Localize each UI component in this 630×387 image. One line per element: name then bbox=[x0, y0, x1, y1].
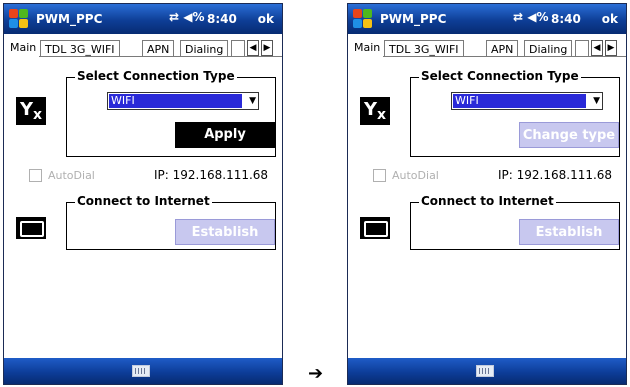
bottom-menu-bar bbox=[348, 358, 626, 384]
tab-dialing[interactable]: Dialing bbox=[524, 40, 573, 57]
connectivity-volume-icons[interactable]: ⇄ ◀% bbox=[169, 10, 204, 24]
establish-button[interactable]: Establish bbox=[175, 219, 275, 245]
battery-icon bbox=[16, 217, 46, 239]
connection-type-value: WIFI bbox=[453, 94, 586, 108]
battery-icon bbox=[360, 217, 390, 239]
connect-internet-legend: Connect to Internet bbox=[419, 194, 556, 208]
antenna-x-icon: Yx bbox=[16, 97, 46, 125]
device-screen-after: PWM_PPC ⇄ ◀% 8:40 ok Main TDL 3G_WIFI AP… bbox=[347, 3, 627, 385]
tab-main[interactable]: Main bbox=[6, 37, 41, 57]
ip-address-text: IP: 192.168.111.68 bbox=[498, 168, 613, 182]
antenna-x-icon: Yx bbox=[360, 97, 390, 125]
connect-internet-group: Connect to Internet Establish bbox=[410, 194, 620, 250]
select-connection-group: Select Connection Type WIFI ▼ Change typ… bbox=[410, 69, 620, 157]
app-title: PWM_PPC bbox=[36, 12, 103, 26]
connect-internet-group: Connect to Internet Establish bbox=[66, 194, 276, 250]
connection-type-select[interactable]: WIFI ▼ bbox=[107, 92, 259, 110]
clock[interactable]: 8:40 bbox=[207, 12, 237, 26]
tab-tdl-3g-wifi[interactable]: TDL 3G_WIFI bbox=[40, 40, 120, 57]
title-bar: PWM_PPC ⇄ ◀% 8:40 ok bbox=[348, 4, 626, 34]
windows-start-icon[interactable] bbox=[353, 9, 373, 29]
tab-scroll-right-icon[interactable]: ▶ bbox=[605, 40, 617, 56]
chevron-down-icon[interactable]: ▼ bbox=[593, 94, 600, 108]
tab-tdl-3g-wifi[interactable]: TDL 3G_WIFI bbox=[384, 40, 464, 57]
select-connection-group: Select Connection Type WIFI ▼ Apply bbox=[66, 69, 276, 157]
tab-apn[interactable]: APN bbox=[486, 40, 519, 57]
select-connection-legend: Select Connection Type bbox=[419, 69, 581, 83]
tab-overflow bbox=[575, 40, 589, 57]
tab-strip: Main TDL 3G_WIFI APN Dialing bbox=[4, 37, 282, 57]
title-bar: PWM_PPC ⇄ ◀% 8:40 ok bbox=[4, 4, 282, 34]
checkbox-icon bbox=[29, 169, 42, 182]
keyboard-icon[interactable] bbox=[132, 365, 150, 377]
apply-button[interactable]: Apply bbox=[175, 122, 275, 148]
tab-divider bbox=[39, 56, 282, 57]
tab-scroll-left-icon[interactable]: ◀ bbox=[247, 40, 259, 56]
establish-button[interactable]: Establish bbox=[519, 219, 619, 245]
select-connection-legend: Select Connection Type bbox=[75, 69, 237, 83]
change-type-button[interactable]: Change type bbox=[519, 122, 619, 148]
connectivity-volume-icons[interactable]: ⇄ ◀% bbox=[513, 10, 548, 24]
bottom-menu-bar bbox=[4, 358, 282, 384]
checkbox-icon bbox=[373, 169, 386, 182]
ok-button[interactable]: ok bbox=[258, 12, 274, 26]
connection-type-value: WIFI bbox=[109, 94, 242, 108]
clock[interactable]: 8:40 bbox=[551, 12, 581, 26]
app-title: PWM_PPC bbox=[380, 12, 447, 26]
tab-apn[interactable]: APN bbox=[142, 40, 175, 57]
windows-start-icon[interactable] bbox=[9, 9, 29, 29]
chevron-down-icon[interactable]: ▼ bbox=[249, 94, 256, 108]
device-screen-before: PWM_PPC ⇄ ◀% 8:40 ok Main TDL 3G_WIFI AP… bbox=[3, 3, 283, 385]
tab-dialing[interactable]: Dialing bbox=[180, 40, 229, 57]
autodial-checkbox[interactable]: AutoDial bbox=[373, 169, 439, 182]
connect-internet-legend: Connect to Internet bbox=[75, 194, 212, 208]
connection-type-select[interactable]: WIFI ▼ bbox=[451, 92, 603, 110]
autodial-checkbox[interactable]: AutoDial bbox=[29, 169, 95, 182]
transition-arrow-icon: ➔ bbox=[308, 363, 324, 384]
tab-main[interactable]: Main bbox=[350, 37, 385, 57]
keyboard-icon[interactable] bbox=[476, 365, 494, 377]
ok-button[interactable]: ok bbox=[602, 12, 618, 26]
autodial-label: AutoDial bbox=[48, 169, 95, 182]
tab-strip: Main TDL 3G_WIFI APN Dialing bbox=[348, 37, 626, 57]
tab-overflow bbox=[231, 40, 245, 57]
tab-scroll-left-icon[interactable]: ◀ bbox=[591, 40, 603, 56]
ip-address-text: IP: 192.168.111.68 bbox=[154, 168, 269, 182]
autodial-label: AutoDial bbox=[392, 169, 439, 182]
tab-divider bbox=[383, 56, 626, 57]
tab-scroll-right-icon[interactable]: ▶ bbox=[261, 40, 273, 56]
